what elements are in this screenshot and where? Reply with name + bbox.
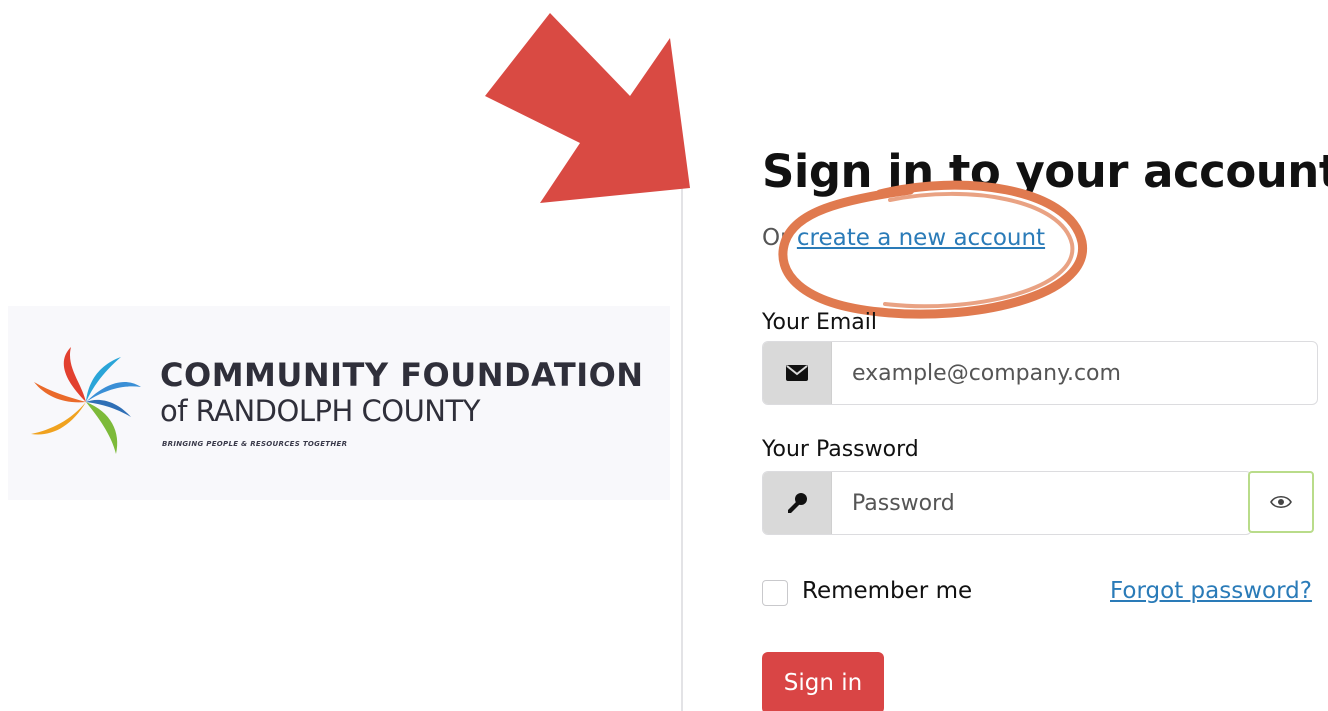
- password-input[interactable]: [832, 472, 1251, 534]
- logo-panel: COMMUNITY FOUNDATION of RANDOLPH COUNTY …: [8, 306, 670, 500]
- create-account-link[interactable]: create a new account: [797, 225, 1045, 251]
- password-label: Your Password: [762, 437, 919, 462]
- signin-page: COMMUNITY FOUNDATION of RANDOLPH COUNTY …: [0, 0, 1328, 711]
- toggle-password-button[interactable]: [1248, 471, 1314, 533]
- logo-subtitle: of RANDOLPH COUNTY: [160, 394, 480, 428]
- community-foundation-logo-icon: [31, 347, 141, 454]
- create-account-prefix: Or: [762, 225, 797, 251]
- envelope-icon: [786, 365, 808, 381]
- password-addon: [763, 472, 832, 534]
- page-title: Sign in to your account: [762, 145, 1328, 198]
- panel-divider: [681, 150, 683, 711]
- eye-icon: [1270, 495, 1292, 509]
- annotation-arrow-icon: [485, 13, 690, 203]
- key-icon: [788, 493, 807, 513]
- create-account-line: Or create a new account: [762, 225, 1045, 251]
- email-input-group: [762, 341, 1318, 405]
- sign-in-button[interactable]: Sign in: [762, 652, 884, 711]
- logo-title: COMMUNITY FOUNDATION: [160, 356, 644, 394]
- remember-me-label: Remember me: [802, 578, 973, 604]
- remember-me-checkbox[interactable]: [762, 580, 788, 606]
- password-input-group: [762, 471, 1252, 535]
- email-input[interactable]: [832, 342, 1317, 404]
- email-label: Your Email: [762, 310, 877, 335]
- forgot-password-link[interactable]: Forgot password?: [1110, 578, 1312, 604]
- email-addon: [763, 342, 832, 404]
- logo-tagline: BRINGING PEOPLE & RESOURCES TOGETHER: [162, 440, 348, 448]
